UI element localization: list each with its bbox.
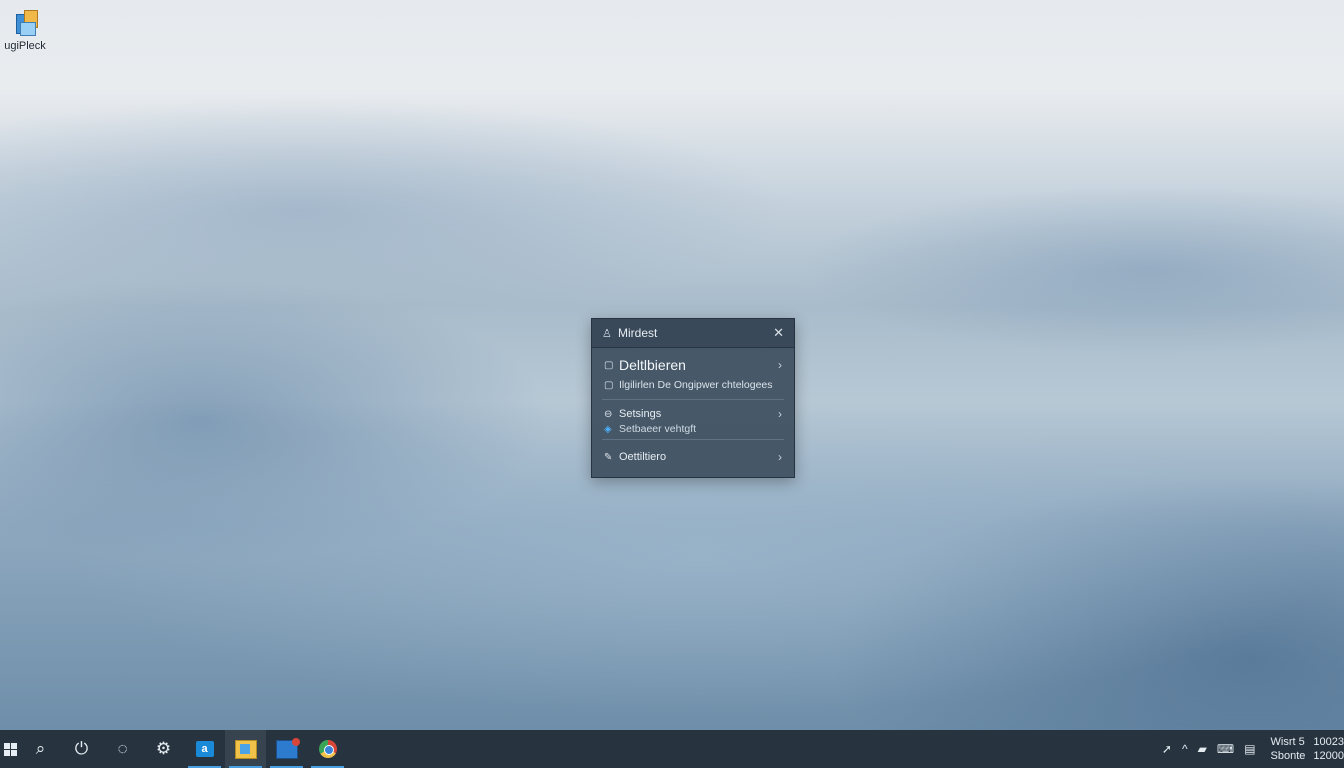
remote-desktop-button[interactable]: [266, 730, 307, 768]
file-explorer-button[interactable]: [225, 730, 266, 768]
menu-item-last[interactable]: ✎ Oettiltiero ›: [592, 444, 794, 470]
desktop-shortcut-ugipleck[interactable]: ugiPleck: [0, 8, 50, 52]
settings-button[interactable]: ⚙: [143, 730, 184, 768]
clock-line1-b: 10023: [1313, 736, 1344, 748]
menu-item-settings-sub-label: Setbaeer vehtgft: [619, 423, 697, 435]
store-icon: a: [195, 741, 214, 757]
bell-icon: ♙: [602, 327, 612, 340]
close-icon[interactable]: ✕: [773, 325, 784, 341]
search-button[interactable]: ⌕: [20, 730, 61, 768]
desktop-shortcut-label: ugiPleck: [4, 40, 46, 52]
divider: [602, 439, 784, 440]
menu-item-sub-label: Ilgilirlen De Ongipwer chtelogees: [619, 379, 773, 391]
taskbar: ⌕ ⏻ ◌ ⚙ a ➚ ^ ▰ ⌨ ▤ Wisrt 5 Sbonte 10023…: [0, 730, 1344, 768]
divider: [602, 399, 784, 400]
remote-desktop-icon: [275, 737, 300, 759]
popup-title: Mirdest: [618, 326, 658, 340]
menu-item-settings-label: Setsings: [619, 408, 662, 420]
keyboard-icon[interactable]: ⌨: [1217, 742, 1234, 756]
store-button[interactable]: a: [184, 730, 225, 768]
desktop-background: ugiPleck ♙ Mirdest ✕ ▢ Deltlbieren › ▢ I…: [0, 0, 1344, 730]
pin-icon: ✎: [604, 451, 613, 463]
app-shortcut-icon: [12, 8, 38, 36]
clock-line2-a: Sbonte: [1270, 750, 1306, 762]
menu-item-main[interactable]: ▢ Deltlbieren ›: [592, 348, 794, 382]
browser-icon: [318, 740, 337, 758]
clock-line2-b: 12000: [1313, 750, 1344, 762]
timer-button[interactable]: ◌: [102, 730, 143, 768]
gear-icon: ⚙: [155, 739, 172, 758]
browser-button[interactable]: [307, 730, 348, 768]
menu-item-settings-sub[interactable]: ◈ Setbaeer vehtgft: [592, 422, 794, 436]
clock-icon: ◌: [117, 739, 128, 758]
menu-item-sub[interactable]: ▢ Ilgilirlen De Ongipwer chtelogees: [592, 378, 794, 392]
pen-icon[interactable]: ➚: [1162, 742, 1172, 756]
power-button[interactable]: ⏻: [61, 730, 102, 768]
menu-item-last-label: Oettiltiero: [619, 451, 667, 463]
system-tray: ➚ ^ ▰ ⌨ ▤ Wisrt 5 Sbonte 10023 12000: [1157, 730, 1344, 768]
power-icon: ⏻: [74, 739, 89, 758]
search-icon: ⌕: [35, 739, 46, 758]
menu-item-main-label: Deltlbieren: [619, 357, 686, 373]
file-explorer-icon: [234, 739, 257, 759]
context-popup: ♙ Mirdest ✕ ▢ Deltlbieren › ▢ Ilgilirlen…: [591, 318, 795, 478]
popup-header: ♙ Mirdest ✕: [592, 319, 794, 348]
battery-icon[interactable]: ▰: [1198, 742, 1207, 756]
clock[interactable]: Wisrt 5 Sbonte 10023 12000: [1271, 735, 1344, 763]
shield-icon: ◈: [604, 423, 612, 435]
page-icon: ▢: [604, 359, 614, 371]
chevron-right-icon: ›: [778, 450, 782, 464]
menu-item-settings[interactable]: ⊖ Setsings ›: [592, 406, 794, 422]
chevron-right-icon: ›: [778, 407, 782, 421]
chevron-right-icon: ›: [778, 358, 782, 372]
display-icon[interactable]: ▤: [1244, 742, 1255, 756]
page-icon: ▢: [604, 379, 614, 391]
settings-icon: ⊖: [604, 408, 613, 420]
start-button[interactable]: [0, 730, 20, 768]
windows-start-icon: [3, 742, 17, 756]
chevron-up-icon[interactable]: ^: [1182, 742, 1188, 756]
clock-line1-a: Wisrt 5: [1270, 736, 1305, 748]
